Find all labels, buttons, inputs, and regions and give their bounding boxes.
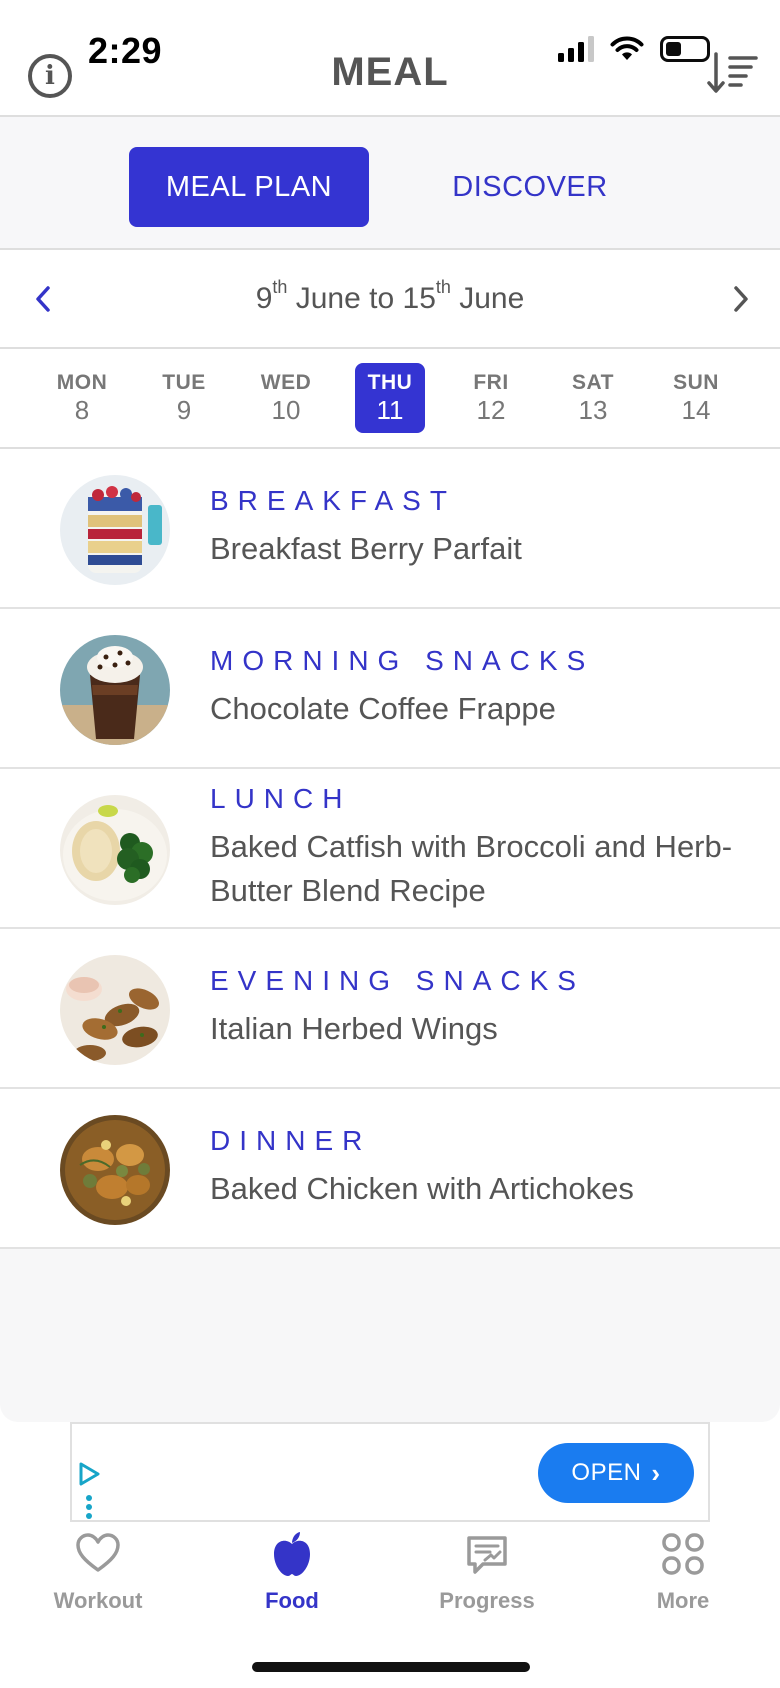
meal-text: MORNING SNACKS Chocolate Coffee Frappe — [210, 609, 740, 767]
tab-meal-plan[interactable]: MEAL PLAN — [129, 147, 369, 227]
ad-open-button[interactable]: OPEN › — [538, 1443, 694, 1503]
day-sat[interactable]: SAT 13 — [558, 363, 628, 433]
chevron-right-icon: › — [651, 1457, 661, 1488]
meal-row-breakfast[interactable]: BREAKFAST Breakfast Berry Parfait — [0, 449, 780, 609]
day-fri[interactable]: FRI 12 — [456, 363, 526, 433]
grid-icon — [662, 1533, 704, 1575]
nav-label: More — [656, 1588, 710, 1613]
tab-discover[interactable]: DISCOVER — [420, 147, 640, 227]
day-number: 8 — [74, 395, 90, 426]
week-start-day: 9 — [255, 282, 273, 315]
meal-type-label: DINNER — [210, 1125, 372, 1156]
week-range: 9th June to 15th June — [0, 278, 780, 316]
day-mon[interactable]: MON 8 — [47, 363, 117, 433]
week-end-day: 15 — [402, 282, 436, 315]
day-number: 11 — [376, 395, 404, 426]
nav-more[interactable]: More — [603, 1530, 763, 1614]
meal-name: Baked Catfish with Broccoli and Herb-But… — [210, 829, 733, 908]
week-start-month: June — [295, 282, 361, 315]
herbed-wings-photo — [60, 955, 170, 1065]
nav-label: Progress — [439, 1588, 535, 1613]
chocolate-frappe-photo — [60, 635, 170, 745]
day-thu[interactable]: THU 11 — [355, 363, 425, 433]
meal-type-label: EVENING SNACKS — [210, 965, 585, 996]
meal-text: LUNCH Baked Catfish with Broccoli and He… — [210, 769, 740, 927]
page-title: MEAL — [331, 50, 449, 94]
week-connector: to — [369, 282, 395, 315]
meal-text: DINNER Baked Chicken with Artichokes — [210, 1089, 740, 1247]
meal-row-evening-snacks[interactable]: EVENING SNACKS Italian Herbed Wings — [0, 929, 780, 1089]
meal-name: Baked Chicken with Artichokes — [210, 1171, 634, 1206]
nav-label: Workout — [53, 1588, 143, 1613]
empty-area — [0, 1249, 780, 1422]
meal-screen: 2:29 i MEAL MEAL PLAN DISCOVER 9th June … — [0, 0, 780, 1688]
nav-progress[interactable]: Progress — [407, 1530, 567, 1614]
week-start-suffix: th — [272, 277, 288, 297]
meal-list: BREAKFAST Breakfast Berry Parfait MORNIN… — [0, 449, 780, 1249]
day-name: THU — [367, 371, 413, 395]
day-number: 9 — [176, 395, 192, 426]
home-indicator — [252, 1662, 530, 1672]
day-name: MON — [56, 371, 108, 395]
day-number: 10 — [271, 395, 301, 426]
meal-name: Italian Herbed Wings — [210, 1011, 498, 1046]
day-wed[interactable]: WED 10 — [251, 363, 321, 433]
ad-open-label: OPEN — [571, 1459, 642, 1486]
day-name: FRI — [473, 371, 509, 395]
day-number: 12 — [476, 395, 506, 426]
meal-name: Chocolate Coffee Frappe — [210, 691, 556, 726]
meal-row-lunch[interactable]: LUNCH Baked Catfish with Broccoli and He… — [0, 769, 780, 929]
week-end-month: June — [459, 282, 525, 315]
breakfast-parfait-photo — [60, 475, 170, 585]
bottom-nav: Workout Food Progress More — [0, 1530, 780, 1630]
day-number: 13 — [578, 395, 608, 426]
ad-choices-icon[interactable] — [76, 1462, 102, 1522]
nav-label: Food — [265, 1588, 319, 1613]
baked-chicken-photo — [60, 1115, 170, 1225]
nav-food[interactable]: Food — [212, 1530, 372, 1614]
apple-icon — [274, 1532, 310, 1576]
next-week-icon[interactable] — [726, 282, 756, 316]
week-end-suffix: th — [435, 277, 451, 297]
day-name: SUN — [673, 371, 719, 395]
day-sun[interactable]: SUN 14 — [661, 363, 731, 433]
meal-type-label: BREAKFAST — [210, 485, 456, 516]
week-navigator: 9th June to 15th June — [0, 250, 780, 347]
day-name: WED — [260, 371, 312, 395]
baked-catfish-photo — [60, 795, 170, 905]
nav-workout[interactable]: Workout — [18, 1530, 178, 1614]
meal-type-label: LUNCH — [210, 783, 352, 814]
sort-icon[interactable] — [706, 50, 762, 96]
day-selector: MON 8 TUE 9 WED 10 THU 11 FRI 12 SAT 13 SUN 14 — [0, 349, 780, 447]
heart-icon — [76, 1533, 120, 1572]
meal-row-morning-snacks[interactable]: MORNING SNACKS Chocolate Coffee Frappe — [0, 609, 780, 769]
meal-text: EVENING SNACKS Italian Herbed Wings — [210, 929, 740, 1087]
meal-type-label: MORNING SNACKS — [210, 645, 595, 676]
day-number: 14 — [681, 395, 711, 426]
progress-icon — [467, 1536, 507, 1574]
day-name: SAT — [572, 371, 614, 395]
meal-text: BREAKFAST Breakfast Berry Parfait — [210, 449, 740, 607]
day-tue[interactable]: TUE 9 — [149, 363, 219, 433]
meal-row-dinner[interactable]: DINNER Baked Chicken with Artichokes — [0, 1089, 780, 1249]
tab-bar: MEAL PLAN DISCOVER — [0, 117, 780, 249]
day-name: TUE — [162, 371, 206, 395]
meal-name: Breakfast Berry Parfait — [210, 531, 522, 566]
ad-banner[interactable]: OPEN › — [70, 1422, 710, 1522]
